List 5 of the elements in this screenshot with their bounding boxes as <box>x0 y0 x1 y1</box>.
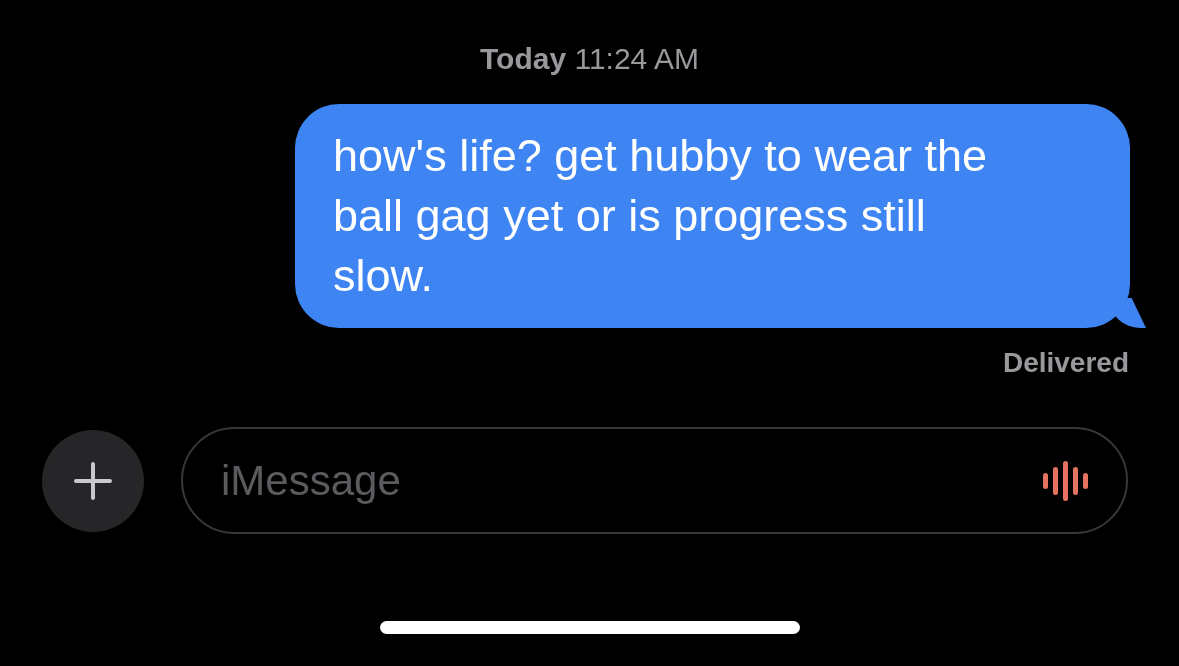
message-text: how's life? get hubby to wear the ball gag yet or is progress still slow. <box>333 129 988 303</box>
delivery-status: Delivered <box>1002 346 1129 380</box>
timestamp: Today 11:24 AM <box>480 41 699 77</box>
message-field[interactable]: iMessage <box>181 427 1128 534</box>
plus-icon <box>74 461 112 500</box>
